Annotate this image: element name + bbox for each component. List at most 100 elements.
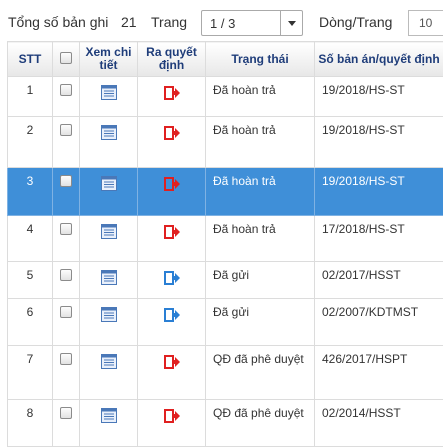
row-status-cell: Đã hoàn trả [206,117,315,168]
row-detail-cell [80,299,138,346]
row-stt-cell: 1 [8,77,53,117]
row-status: Đã hoàn trả [206,168,314,188]
row-decision-cell [138,168,206,216]
exit-red-icon[interactable] [164,408,180,424]
column-header-select-all[interactable] [53,42,80,77]
table-row[interactable]: 8 QĐ đã phê duyệt02/2014/HSST [8,400,443,447]
row-stt: 3 [8,168,52,188]
row-status: Đã hoàn trả [206,77,314,97]
row-checkbox[interactable] [60,269,72,281]
records-table: STT Xem chi tiết Ra quyết định Trạng thá… [7,41,443,447]
row-select-cell [53,299,80,346]
row-document-number-cell: 426/2017/HSPT [315,346,443,400]
row-checkbox[interactable] [60,223,72,235]
column-header-document-number[interactable]: Số bản án/quyết định [315,42,443,77]
table-row[interactable]: 5Đã gửi02/2017/HSST [8,262,443,299]
row-stt: 8 [8,400,52,420]
view-detail-icon[interactable] [101,224,117,239]
view-detail-icon[interactable] [101,408,117,423]
row-status: Đã hoàn trả [206,216,314,236]
table-row[interactable]: 2 Đã hoàn trả19/2018/HS-ST [8,117,443,168]
row-stt-cell: 8 [8,400,53,447]
row-decision-cell [138,117,206,168]
column-header-decision[interactable]: Ra quyết định [138,42,206,77]
row-stt-cell: 5 [8,262,53,299]
table-row[interactable]: 6 Đã gửi02/2007/KDTMST [8,299,443,346]
row-checkbox[interactable] [60,84,72,96]
row-status-cell: Đã hoàn trả [206,216,315,262]
chevron-down-icon[interactable] [280,11,302,35]
row-stt: 6 [8,299,52,319]
view-detail-icon[interactable] [101,125,117,140]
exit-red-icon[interactable] [164,354,180,370]
page-label: Trang [151,14,187,30]
exit-red-icon[interactable] [164,85,180,101]
row-detail-cell [80,346,138,400]
row-stt: 4 [8,216,52,236]
row-status-cell: QĐ đã phê duyệt [206,400,315,447]
row-document-number-cell: 02/2007/KDTMST [315,299,443,346]
view-detail-icon[interactable] [101,270,117,285]
row-document-number-cell: 19/2018/HS-ST [315,168,443,216]
row-checkbox[interactable] [60,175,72,187]
page-select[interactable]: 1 / 3 [201,10,303,36]
row-document-number-cell: 19/2018/HS-ST [315,117,443,168]
row-status: Đã gửi [206,299,314,319]
row-detail-cell [80,262,138,299]
view-detail-icon[interactable] [101,85,117,100]
exit-blue-icon[interactable] [164,307,180,323]
row-status: QĐ đã phê duyệt [206,346,314,366]
exit-red-icon[interactable] [164,224,180,240]
row-status-cell: Đã gửi [206,299,315,346]
table-row[interactable]: 1 Đã hoàn trả19/2018/HS-ST [8,77,443,117]
row-document-number: 19/2018/HS-ST [315,77,443,97]
row-select-cell [53,346,80,400]
row-checkbox[interactable] [60,407,72,419]
table-row[interactable]: 3 Đã hoàn trả19/2018/HS-ST [8,168,443,216]
row-detail-cell [80,400,138,447]
row-detail-cell [80,77,138,117]
row-status: Đã hoàn trả [206,117,314,137]
view-detail-icon[interactable] [101,354,117,369]
row-stt-cell: 2 [8,117,53,168]
row-document-number-cell: 02/2014/HSST [315,400,443,447]
exit-red-icon[interactable] [164,176,180,192]
row-stt: 5 [8,262,52,282]
row-decision-cell [138,346,206,400]
row-select-cell [53,216,80,262]
row-decision-cell [138,77,206,117]
row-document-number: 19/2018/HS-ST [315,168,443,188]
view-detail-icon[interactable] [101,176,117,191]
column-header-detail[interactable]: Xem chi tiết [80,42,138,77]
row-stt: 7 [8,346,52,366]
rows-per-page-input[interactable]: 10 [408,10,443,36]
select-all-checkbox[interactable] [60,52,72,64]
row-status: QĐ đã phê duyệt [206,400,314,420]
row-select-cell [53,400,80,447]
row-stt-cell: 3 [8,168,53,216]
row-checkbox[interactable] [60,353,72,365]
row-detail-cell [80,216,138,262]
row-document-number-cell: 17/2018/HS-ST [315,216,443,262]
row-decision-cell [138,216,206,262]
column-header-status[interactable]: Trạng thái [206,42,315,77]
table-row[interactable]: 7 QĐ đã phê duyệt426/2017/HSPT [8,346,443,400]
row-select-cell [53,168,80,216]
row-stt: 2 [8,117,52,137]
exit-blue-icon[interactable] [164,270,180,286]
row-stt-cell: 7 [8,346,53,400]
pager-toolbar: Tổng số bản ghi 21 Trang 1 / 3 Dòng/Tran… [0,0,443,40]
exit-red-icon[interactable] [164,125,180,141]
view-detail-icon[interactable] [101,307,117,322]
row-checkbox[interactable] [60,124,72,136]
row-detail-cell [80,117,138,168]
row-document-number-cell: 19/2018/HS-ST [315,77,443,117]
table-row[interactable]: 4 Đã hoàn trả17/2018/HS-ST [8,216,443,262]
row-document-number: 02/2017/HSST [315,262,443,282]
column-header-stt[interactable]: STT [8,42,53,77]
row-stt-cell: 4 [8,216,53,262]
row-document-number: 17/2018/HS-ST [315,216,443,236]
row-checkbox[interactable] [60,306,72,318]
row-select-cell [53,77,80,117]
row-status-cell: Đã hoàn trả [206,77,315,117]
